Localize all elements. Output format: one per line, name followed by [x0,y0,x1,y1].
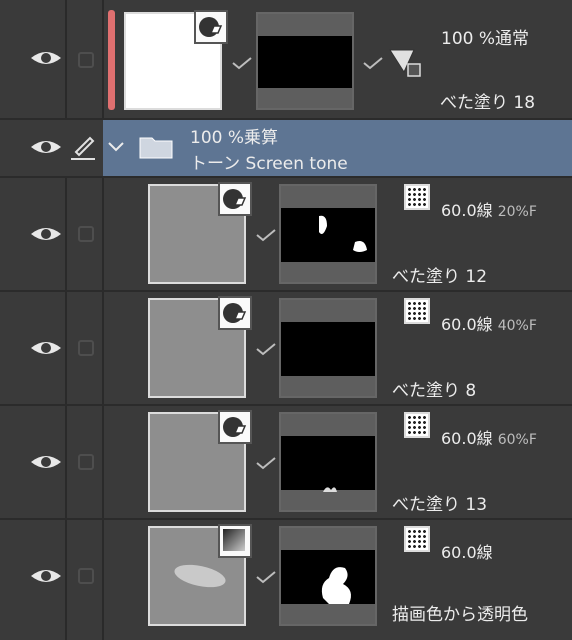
eye-icon[interactable] [29,137,63,157]
eye-icon[interactable] [29,224,63,244]
tone-label: 60.0線 40%F [441,315,537,334]
eye-icon[interactable] [29,338,63,358]
layer-checkbox[interactable] [78,454,94,470]
layer-mask-thumbnail[interactable] [279,526,377,626]
tone-label: 60.0線 60%F [441,429,537,448]
chevron-down-icon[interactable] [106,140,126,154]
layer-name: べた塗り 12 [392,267,488,287]
color-badge-icon [218,410,252,444]
eye-icon[interactable] [29,48,63,68]
eye-icon[interactable] [29,452,63,472]
checkmark-icon [256,571,276,584]
tone-texture-icon [404,412,430,438]
tone-label: 60.0線 20%F [441,201,537,220]
mask-link-icon[interactable] [388,46,424,80]
layer-mask-thumbnail[interactable] [279,184,377,284]
layer-panel: 100 %通常 べた塗り 18 100 %乗算 トーン Screen tone [0,0,572,640]
layer-row-4[interactable]: 60.0線 40%F べた塗り 8 [0,292,572,406]
layer-group-row[interactable]: 100 %乗算 トーン Screen tone [0,120,572,178]
group-blend-label: 100 %乗算 [190,128,279,148]
tone-texture-icon [404,184,430,210]
color-badge-icon [194,10,228,44]
pen-icon[interactable] [68,132,98,162]
layer-blend-label: 100 %通常 [441,29,530,49]
layer-name: べた塗り 8 [392,381,477,401]
group-name: トーン Screen tone [190,154,348,174]
layer-row-3[interactable]: 60.0線 20%F べた塗り 12 [0,178,572,292]
checkmark-icon [256,343,276,356]
tone-texture-icon [404,526,430,552]
gradient-badge-icon [218,524,252,558]
layer-name: 描画色から透明色 [392,605,528,625]
tone-label: 60.0線 [441,543,493,562]
layer-checkbox[interactable] [78,52,94,68]
layer-mask-thumbnail[interactable] [279,412,377,512]
checkmark-icon [363,57,383,70]
checkmark-icon [256,229,276,242]
eye-icon[interactable] [29,566,63,586]
layer-mask-thumbnail[interactable] [279,298,377,398]
layer-name: べた塗り 18 [440,93,536,113]
layer-color-marker [108,10,115,110]
checkmark-icon [256,457,276,470]
layer-checkbox[interactable] [78,340,94,356]
layer-mask-thumbnail[interactable] [256,12,354,110]
layer-row-6[interactable]: 60.0線 描画色から透明色 [0,520,572,640]
layer-checkbox[interactable] [78,226,94,242]
folder-icon [139,137,173,159]
color-badge-icon [218,296,252,330]
checkmark-icon [232,57,252,70]
layer-row-5[interactable]: 60.0線 60%F べた塗り 13 [0,406,572,520]
layer-checkbox[interactable] [78,568,94,584]
layer-name: べた塗り 13 [392,495,488,515]
layer-row-1[interactable]: 100 %通常 べた塗り 18 [0,0,572,120]
color-badge-icon [218,182,252,216]
tone-texture-icon [404,298,430,324]
